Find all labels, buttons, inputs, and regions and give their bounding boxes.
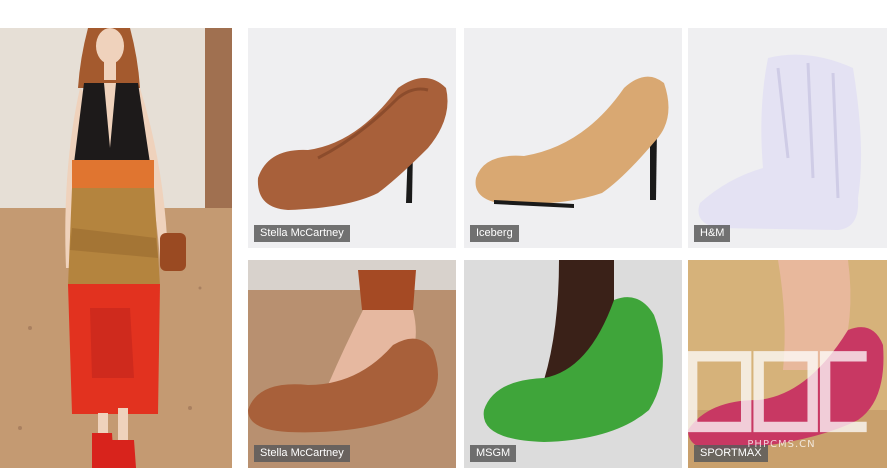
product-tile[interactable]: H&M <box>688 28 887 248</box>
brand-label: Iceberg <box>470 225 519 242</box>
shoe-photo <box>464 28 682 248</box>
product-tile[interactable]: MSGM <box>464 260 682 468</box>
watermark-text: PHPCMS.CN <box>747 439 816 450</box>
runway-photo <box>0 28 232 468</box>
product-tile[interactable]: Stella McCartney <box>248 28 456 248</box>
product-tile[interactable]: Iceberg <box>464 28 682 248</box>
shoe-photo <box>464 260 682 468</box>
product-tile[interactable]: Stella McCartney <box>248 260 456 468</box>
shoe-photo <box>688 28 887 248</box>
brand-label: Stella McCartney <box>254 445 350 462</box>
brand-label: Stella McCartney <box>254 225 350 242</box>
brand-label: H&M <box>694 225 731 242</box>
watermark: PHPCMS.CN <box>688 348 875 450</box>
product-tile[interactable]: SPORTMAX PHPCMS.CN <box>688 260 887 468</box>
brand-label: MSGM <box>470 445 517 462</box>
shoe-photo <box>248 28 456 248</box>
watermark-logo-icon <box>688 350 867 432</box>
shoe-photo <box>248 260 456 468</box>
